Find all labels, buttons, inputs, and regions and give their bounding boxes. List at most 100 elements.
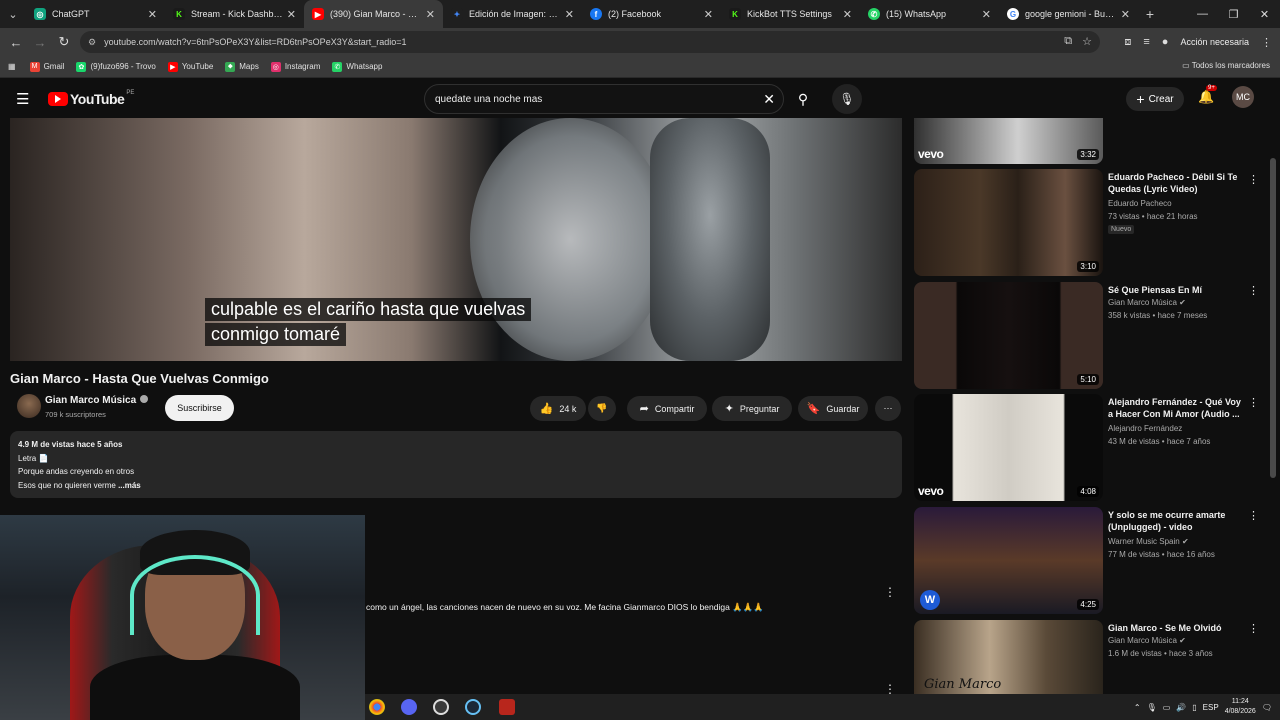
steam-icon[interactable] bbox=[465, 699, 481, 715]
tab-chatgpt[interactable]: ◎ ChatGPT ✕ bbox=[26, 0, 165, 28]
chrome-icon[interactable] bbox=[369, 699, 385, 715]
bookmark-trovo[interactable]: ✿ (9)fuzo696 - Trovo bbox=[76, 61, 156, 72]
sidebar-video[interactable]: vevo 4:08 Alejandro Fernández - Qué Voy … bbox=[912, 394, 1260, 504]
close-icon[interactable]: ✕ bbox=[426, 8, 435, 21]
tab-facebook[interactable]: f (2) Facebook ✕ bbox=[582, 0, 721, 28]
sidebar-video[interactable]: 3:10 Eduardo Pacheco - Débil Si Te Queda… bbox=[912, 169, 1260, 279]
notifications-icon[interactable]: 🗨 bbox=[1262, 703, 1272, 712]
all-bookmarks[interactable]: ▭ Todos los marcadores bbox=[1182, 61, 1270, 70]
tab-youtube-video[interactable]: ▶ (390) Gian Marco - Hasta ✕ bbox=[304, 0, 443, 28]
bookmark-instagram[interactable]: ◎ Instagram bbox=[270, 61, 320, 72]
extensions-icon[interactable]: ⧈ bbox=[1124, 36, 1131, 49]
discord-icon[interactable] bbox=[401, 699, 417, 715]
video-description[interactable]: 4.9 M de vistas hace 5 años Letra 📄 Porq… bbox=[10, 431, 902, 498]
hamburger-menu-icon[interactable]: ☰ bbox=[16, 90, 29, 108]
sidebar-channel[interactable]: Gian Marco Música ✔ bbox=[1108, 636, 1186, 645]
video-menu-icon[interactable]: ⋮ bbox=[1248, 622, 1259, 635]
media-icon[interactable]: ≡ bbox=[1143, 36, 1149, 48]
close-icon[interactable]: ✕ bbox=[843, 8, 852, 21]
sidebar-video[interactable]: Gian Marco Gian Marco - Se Me Olvidó Gia… bbox=[912, 620, 1260, 694]
profile-icon[interactable]: ● bbox=[1162, 36, 1169, 48]
forward-icon[interactable]: → bbox=[28, 30, 52, 54]
minimize-icon[interactable]: — bbox=[1187, 0, 1218, 28]
tab-kickbot[interactable]: K KickBot TTS Settings ✕ bbox=[721, 0, 860, 28]
clear-search-icon[interactable]: ✕ bbox=[763, 91, 775, 108]
search-icon[interactable]: ⚲ bbox=[788, 84, 818, 114]
close-window-icon[interactable]: ✕ bbox=[1249, 0, 1280, 28]
ask-button[interactable]: ✦ Preguntar bbox=[712, 396, 792, 421]
subscribe-button[interactable]: Suscribirse bbox=[165, 395, 234, 421]
dislike-button[interactable]: 👎 bbox=[588, 396, 616, 421]
close-icon[interactable]: ✕ bbox=[1121, 8, 1130, 21]
tab-whatsapp[interactable]: ✆ (15) WhatsApp ✕ bbox=[860, 0, 999, 28]
more-actions-button[interactable]: ⋯ bbox=[875, 396, 901, 421]
action-needed-button[interactable]: Acción necesaria bbox=[1180, 37, 1249, 47]
create-button[interactable]: + Crear bbox=[1126, 87, 1184, 111]
close-icon[interactable]: ✕ bbox=[148, 8, 157, 21]
bookmark-star-icon[interactable]: ☆ bbox=[1082, 35, 1092, 48]
save-button[interactable]: 🔖 Guardar bbox=[798, 396, 868, 421]
sidebar-video[interactable]: W 4:25 Y solo se me ocurre amarte (Unplu… bbox=[912, 507, 1260, 617]
restore-icon[interactable]: ❐ bbox=[1218, 0, 1249, 28]
install-app-icon[interactable]: ⧉ bbox=[1064, 35, 1072, 48]
bookmark-youtube[interactable]: ▶ YouTube bbox=[167, 61, 213, 72]
language-indicator[interactable]: ESP bbox=[1203, 703, 1219, 712]
show-more-link[interactable]: ...más bbox=[118, 481, 141, 490]
sidebar-video[interactable]: vevo 3:32 bbox=[912, 118, 1260, 164]
tab-image-edit[interactable]: ✦ Edición de Imagen: Delfin ✕ bbox=[443, 0, 582, 28]
sidebar-channel[interactable]: Alejandro Fernández bbox=[1108, 424, 1182, 433]
address-bar[interactable]: ⚙ youtube.com/watch?v=6tnPsOPeX3Y&list=R… bbox=[80, 31, 1100, 53]
video-thumbnail: 3:10 bbox=[914, 169, 1103, 276]
account-avatar[interactable]: MC bbox=[1232, 86, 1254, 108]
dota-icon[interactable] bbox=[499, 699, 515, 715]
video-menu-icon[interactable]: ⋮ bbox=[1248, 173, 1259, 186]
like-button[interactable]: 👍 24 k bbox=[530, 396, 586, 421]
menu-kebab-icon[interactable]: ⋮ bbox=[1261, 36, 1272, 49]
comment-menu-icon[interactable]: ⋮ bbox=[884, 585, 896, 599]
description-stats: 4.9 M de vistas hace 5 años bbox=[18, 440, 123, 449]
obs-icon[interactable] bbox=[433, 699, 449, 715]
video-player[interactable]: culpable es el cariño hasta que vuelvas … bbox=[10, 118, 902, 361]
apps-icon[interactable]: ▦ bbox=[8, 62, 16, 71]
reload-icon[interactable]: ↻ bbox=[52, 30, 76, 54]
bookmark-gmail[interactable]: M Gmail bbox=[29, 61, 64, 72]
close-icon[interactable]: ✕ bbox=[704, 8, 713, 21]
whatsapp-icon: ✆ bbox=[868, 8, 880, 20]
microphone-tray-icon[interactable]: 🎙 bbox=[1147, 703, 1157, 712]
system-clock[interactable]: 11:24 4/08/2026 bbox=[1225, 697, 1256, 717]
video-menu-icon[interactable]: ⋮ bbox=[1248, 509, 1259, 522]
create-label: Crear bbox=[1148, 93, 1174, 105]
page-scrollbar[interactable] bbox=[1270, 158, 1276, 478]
bookmark-maps[interactable]: ⬥ Maps bbox=[225, 61, 259, 72]
notifications-bell-icon[interactable]: 🔔 9+ bbox=[1198, 85, 1217, 105]
tab-google-search[interactable]: Ggoogle gemioni - Buscar ✕ bbox=[999, 0, 1138, 28]
browser-tab-strip: ⌄ ◎ ChatGPT ✕ K Stream - Kick Dashboard ✕ ▶ (… bbox=[0, 0, 1280, 28]
video-thumbnail: vevo 4:08 bbox=[914, 394, 1103, 501]
video-menu-icon[interactable]: ⋮ bbox=[1248, 396, 1259, 409]
tab-kick-dashboard[interactable]: K Stream - Kick Dashboard ✕ bbox=[165, 0, 304, 28]
close-icon[interactable]: ✕ bbox=[982, 8, 991, 21]
site-info-icon[interactable]: ⚙ bbox=[88, 37, 96, 48]
volume-icon[interactable]: 🔊 bbox=[1176, 703, 1186, 712]
chevron-up-icon[interactable]: ⌃ bbox=[1134, 703, 1141, 712]
channel-avatar[interactable] bbox=[17, 394, 41, 418]
bookmark-whatsapp[interactable]: ✆ Whatsapp bbox=[332, 61, 382, 72]
video-menu-icon[interactable]: ⋮ bbox=[1248, 284, 1259, 297]
battery-icon[interactable]: ▯ bbox=[1192, 703, 1196, 712]
thumbs-up-icon: 👍 bbox=[539, 403, 554, 415]
sidebar-channel[interactable]: Eduardo Pacheco bbox=[1108, 199, 1172, 208]
sidebar-video[interactable]: 5:10 Sé Que Piensas En Mí Gian Marco Mús… bbox=[912, 282, 1260, 392]
close-icon[interactable]: ✕ bbox=[565, 8, 574, 21]
new-tab-button[interactable]: + bbox=[1138, 6, 1162, 22]
close-icon[interactable]: ✕ bbox=[287, 8, 296, 21]
youtube-logo[interactable]: YouTube PE bbox=[48, 90, 134, 107]
sidebar-channel[interactable]: Gian Marco Música ✔ bbox=[1108, 298, 1186, 307]
share-button[interactable]: ➦ Compartir bbox=[627, 396, 707, 421]
search-input[interactable]: quedate una noche mas ✕ bbox=[424, 84, 784, 114]
network-icon[interactable]: ▭ bbox=[1163, 703, 1171, 712]
tab-search-icon[interactable]: ⌄ bbox=[0, 0, 26, 28]
sidebar-channel[interactable]: Warner Music Spain ✔ bbox=[1108, 537, 1189, 546]
microphone-icon[interactable]: 🎙 bbox=[832, 84, 862, 114]
back-icon[interactable]: ← bbox=[4, 30, 28, 54]
channel-name[interactable]: Gian Marco Música bbox=[45, 395, 149, 406]
